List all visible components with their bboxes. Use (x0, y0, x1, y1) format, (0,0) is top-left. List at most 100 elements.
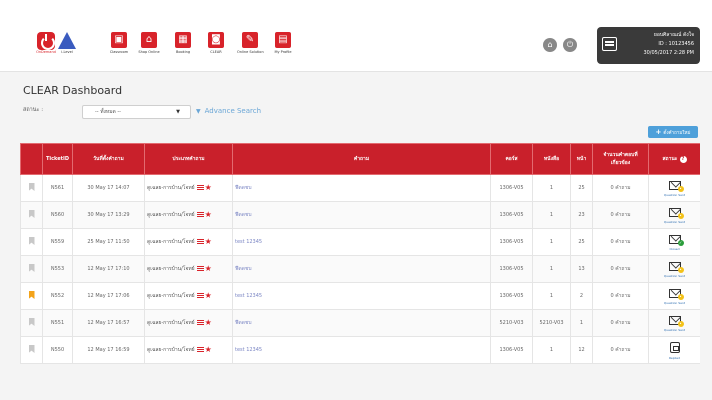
ticket-count: 0 คำถาม (592, 255, 649, 283)
bookmark-flag-cell[interactable] (20, 309, 43, 337)
nav-online-solution[interactable]: ✎ Online Solution (237, 32, 264, 54)
bookmark-icon[interactable] (28, 210, 35, 218)
status-label: Closed (669, 247, 680, 251)
ticket-page: 1 (570, 309, 593, 337)
status-label: Question Sent (663, 274, 686, 278)
nav-classroom[interactable]: ▣ Classroom (106, 32, 132, 54)
advance-search-link[interactable]: ▼ Advance Search (196, 107, 261, 115)
question-link[interactable]: ฟืดดชบ (232, 174, 491, 202)
star-icon: ★ (204, 236, 212, 246)
ticket-course: 1306-V05 (490, 201, 533, 229)
home-button[interactable]: ⌂ (543, 38, 557, 52)
header-book[interactable]: หนังสือ (532, 143, 571, 175)
ticket-status[interactable]: ✓ Closed (648, 228, 700, 256)
bookmark-icon[interactable] (28, 345, 35, 353)
question-link[interactable]: ฟืดดชบ (232, 201, 491, 229)
ticket-status[interactable]: Replied (648, 336, 700, 364)
table-row-n559[interactable]: N559 25 May 17 11:50 ดูเฉลย-การบ้าน/โจทย… (20, 228, 700, 256)
nav-my-profile-label: My Profile (274, 50, 292, 54)
triangle-icon (58, 32, 76, 49)
triangle-down-icon: ▼ (196, 108, 201, 115)
bookmark-icon[interactable] (28, 264, 35, 272)
ticket-book: 1 (532, 336, 571, 364)
header-status[interactable]: สถานะ? (648, 143, 700, 175)
nav-my-profile[interactable]: ▤ My Profile (270, 32, 296, 54)
bookmark-icon[interactable] (28, 183, 35, 191)
table-row-n550[interactable]: N550 12 May 17 16:59 ดูเฉลย-การบ้าน/โจทย… (20, 336, 700, 364)
plus-icon: + (655, 128, 662, 136)
bookmark-flag-cell[interactable] (20, 336, 43, 364)
ticket-date: 12 May 17 16:59 (72, 336, 145, 364)
nav-shop-online[interactable]: ⌂ Shop Online (136, 32, 162, 54)
ticket-date: 30 May 17 13:29 (72, 201, 145, 229)
table-row-n561[interactable]: N561 30 May 17 14:07 ดูเฉลย-การบ้าน/โจทย… (20, 174, 700, 202)
header-count[interactable]: จำนวนคำตอบที่เกี่ยวข้อง (592, 143, 649, 175)
bookmark-flag-cell[interactable] (20, 255, 43, 283)
ticket-page: 2 (570, 282, 593, 310)
ticket-count: 0 คำถาม (592, 228, 649, 256)
pending-badge-icon: • (677, 213, 684, 219)
logout-button[interactable]: ⏻ (563, 38, 577, 52)
ticket-type-label: ดูเฉลย-การบ้าน/โจทย์ (147, 266, 195, 272)
new-question-button[interactable]: + ตั้งคำถามใหม่ (648, 126, 698, 138)
nav-booking-label: Booking (175, 50, 191, 54)
ticket-status[interactable]: • Question Sent (648, 174, 700, 202)
ondemand-logo[interactable]: OnDemand (36, 32, 56, 56)
power-icon (37, 32, 55, 50)
caret-down-icon: ▼ (176, 109, 180, 115)
nav-clear[interactable]: ◙ CLEAR (203, 32, 229, 54)
bookmark-flag-cell[interactable] (20, 282, 43, 310)
ticket-id: N550 (42, 336, 73, 364)
question-link[interactable]: ฟืดดชบ (232, 255, 491, 283)
status-filter-select[interactable]: -- ทั้งหมด -- ▼ (82, 105, 191, 119)
ilevel-logo[interactable]: i-Level (57, 32, 77, 56)
type-lines-icon (196, 266, 204, 271)
header-page[interactable]: หน้า (570, 143, 593, 175)
star-icon: ★ (204, 317, 212, 327)
new-question-label: ตั้งคำถามใหม่ (663, 131, 691, 136)
ticket-page: 25 (570, 174, 593, 202)
header-date[interactable]: วันที่ตั้งคำถาม (72, 143, 145, 175)
table-row-n552[interactable]: N552 12 May 17 17:06 ดูเฉลย-การบ้าน/โจทย… (20, 282, 700, 310)
bookmark-flag-cell[interactable] (20, 228, 43, 256)
star-icon: ★ (204, 209, 212, 219)
bookmark-flag-cell[interactable] (20, 174, 43, 202)
help-icon[interactable]: ? (679, 156, 687, 163)
status-label: Question Sent (663, 301, 686, 305)
question-link[interactable]: test 12345 (232, 336, 491, 364)
envelope-icon: • (668, 262, 684, 273)
bookmark-flag-cell[interactable] (20, 201, 43, 229)
table-row-n560[interactable]: N560 30 May 17 13:29 ดูเฉลย-การบ้าน/โจทย… (20, 201, 700, 229)
ticket-page: 12 (570, 336, 593, 364)
ticket-status[interactable]: • Question Sent (648, 255, 700, 283)
nav-booking[interactable]: ▦ Booking (170, 32, 196, 54)
table-row-n553[interactable]: N553 12 May 17 17:10 ดูเฉลย-การบ้าน/โจทย… (20, 255, 700, 283)
check-badge-icon: ✓ (677, 240, 684, 246)
header-course[interactable]: คอร์ส (490, 143, 533, 175)
ticket-id: N561 (42, 174, 73, 202)
ticket-status[interactable]: • Question Sent (648, 282, 700, 310)
table-row-n551[interactable]: N551 12 May 17 16:57 ดูเฉลย-การบ้าน/โจทย… (20, 309, 700, 337)
question-link[interactable]: ฟืดดชบ (232, 309, 491, 337)
bookmark-icon[interactable] (28, 291, 35, 299)
ticket-type-label: ดูเฉลย-การบ้าน/โจทย์ (147, 347, 195, 353)
nav-online-solution-label: Online Solution (237, 50, 264, 54)
envelope-icon: • (668, 316, 684, 327)
ticket-type: ดูเฉลย-การบ้าน/โจทย์ ★ (144, 228, 233, 256)
ticket-status[interactable]: • Question Sent (648, 201, 700, 229)
header-ticket[interactable]: TicketID (42, 143, 73, 175)
ticket-status[interactable]: • Question Sent (648, 309, 700, 337)
nav-clear-label: CLEAR (210, 50, 222, 54)
question-link[interactable]: test 12345 (232, 282, 491, 310)
user-info-box[interactable]: ยอบศิลาณณ์ ดังใจ ID : 10123456 30/05/201… (597, 27, 700, 64)
ticket-count: 0 คำถาม (592, 282, 649, 310)
status-label: Question Sent (663, 193, 686, 197)
question-link[interactable]: test 12345 (232, 228, 491, 256)
status-label: Question Sent (663, 220, 686, 224)
bookmark-icon[interactable] (28, 237, 35, 245)
header-type[interactable]: ประเภทคำถาม (144, 143, 233, 175)
bookmark-icon[interactable] (28, 318, 35, 326)
presentation-icon: ▣ (111, 32, 127, 48)
header-question[interactable]: คำถาม (232, 143, 491, 175)
envelope-icon: ✓ (668, 235, 684, 246)
